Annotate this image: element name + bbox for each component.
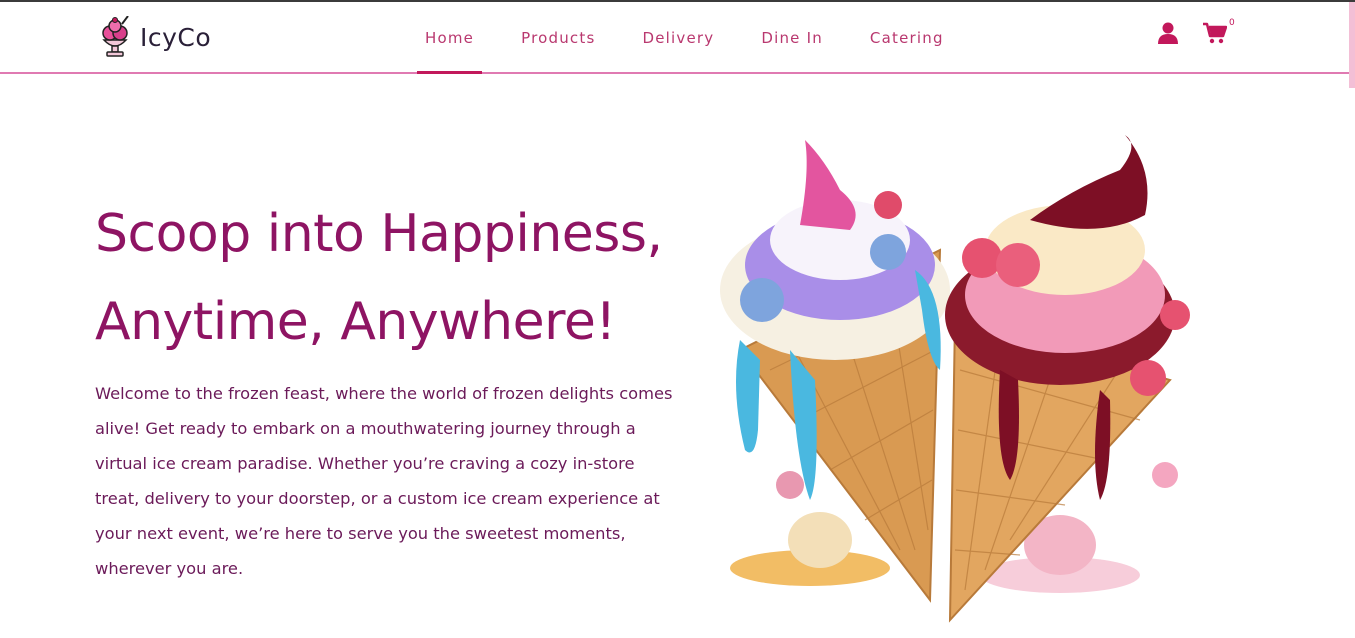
nav-delivery[interactable]: Delivery: [634, 2, 722, 72]
site-header: IcyCo Home Products Delivery Dine In Cat…: [0, 2, 1355, 74]
brand-logo[interactable]: IcyCo: [98, 16, 211, 58]
scrollbar-thumb[interactable]: [1349, 2, 1355, 88]
hero-description: Welcome to the frozen feast, where the w…: [95, 384, 673, 578]
header-actions: 0: [1158, 18, 1235, 48]
ice-cream-cones-image: [720, 135, 1190, 623]
cart-button[interactable]: 0: [1203, 18, 1235, 48]
ice-cream-sundae-icon: [102, 16, 129, 57]
main-navigation: Home Products Delivery Dine In Catering: [417, 2, 952, 74]
cart-icon: [1203, 22, 1228, 44]
nav-home[interactable]: Home: [417, 2, 483, 74]
user-icon[interactable]: [1158, 22, 1178, 44]
hero-title-line-2: Anytime, Anywhere!: [95, 292, 616, 352]
brand-name: IcyCo: [140, 22, 212, 52]
nav-dine-in[interactable]: Dine In: [753, 2, 831, 72]
nav-catering[interactable]: Catering: [862, 2, 952, 72]
nav-products[interactable]: Products: [513, 2, 603, 72]
cart-count-badge: 0: [1229, 18, 1235, 28]
hero-title: Scoop into Happiness, Anytime, Anywhere!: [95, 190, 695, 366]
hero-title-line-1: Scoop into Happiness,: [95, 204, 663, 264]
